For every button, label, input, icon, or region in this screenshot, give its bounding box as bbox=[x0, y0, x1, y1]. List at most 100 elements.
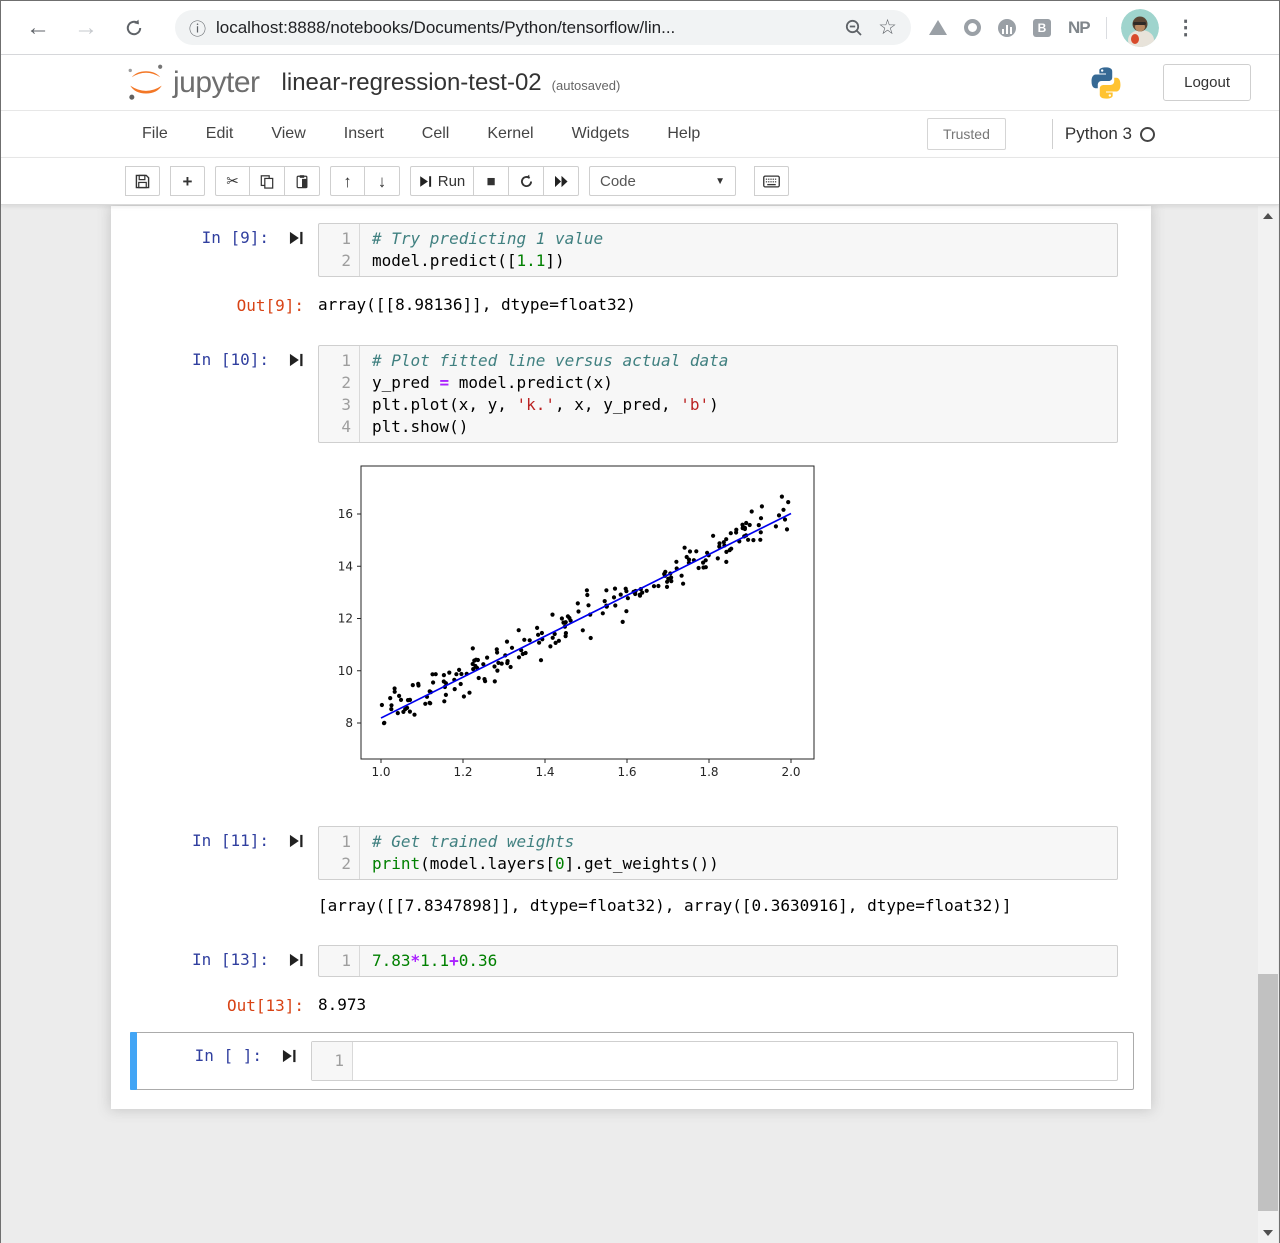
code-editor[interactable]: # Try predicting 1 valuemodel.predict([1… bbox=[360, 224, 1117, 276]
add-cell-button[interactable]: + bbox=[170, 166, 205, 196]
line-number: 2 bbox=[319, 372, 351, 394]
restart-kernel-button[interactable] bbox=[509, 166, 544, 196]
scrollbar-thumb[interactable] bbox=[1258, 974, 1278, 1211]
interrupt-kernel-button[interactable]: ■ bbox=[474, 166, 509, 196]
menu-item-help[interactable]: Help bbox=[648, 125, 719, 143]
output-text: array([[8.98136]], dtype=float32) bbox=[318, 291, 636, 316]
cell-type-value: Code bbox=[600, 173, 636, 190]
b-extension-icon[interactable]: B bbox=[1033, 19, 1051, 37]
notebook-title[interactable]: linear-regression-test-02 bbox=[282, 69, 542, 97]
run-button-label: Run bbox=[438, 173, 466, 190]
code-cell[interactable]: In [9]:12# Try predicting 1 valuemodel.p… bbox=[111, 223, 1151, 317]
code-input[interactable]: 12# Try predicting 1 valuemodel.predict(… bbox=[318, 223, 1118, 277]
code-editor[interactable]: 7.83*1.1+0.36 bbox=[360, 946, 1117, 976]
reload-icon bbox=[124, 18, 144, 38]
drive-extension-icon[interactable] bbox=[929, 20, 947, 35]
run-cell-button[interactable] bbox=[282, 1048, 297, 1069]
stream-output-text: [array([[7.8347898]], dtype=float32), ar… bbox=[318, 892, 1012, 917]
run-cell-button[interactable] bbox=[289, 952, 304, 973]
svg-text:1.0: 1.0 bbox=[371, 765, 390, 779]
svg-text:14: 14 bbox=[338, 559, 353, 573]
menu-item-insert[interactable]: Insert bbox=[325, 125, 403, 143]
address-bar[interactable]: ⓘ localhost:8888/notebooks/Documents/Pyt… bbox=[175, 10, 911, 45]
restart-run-all-button[interactable] bbox=[544, 166, 579, 196]
prompt-column: Out[13]: bbox=[111, 991, 318, 1017]
move-cell-down-button[interactable]: ↓ bbox=[365, 166, 400, 196]
code-input[interactable]: 12# Get trained weightsprint(model.layer… bbox=[318, 826, 1118, 880]
code-input[interactable]: 1 7.83*1.1+0.36 bbox=[318, 945, 1118, 977]
line-number: 1 bbox=[319, 950, 351, 972]
keyboard-icon bbox=[763, 175, 780, 188]
bookmark-star-icon[interactable]: ☆ bbox=[878, 15, 897, 40]
scrollbar-up-button[interactable] bbox=[1258, 206, 1278, 226]
notebook-scroll-area[interactable]: In [9]:12# Try predicting 1 valuemodel.p… bbox=[1, 206, 1279, 1243]
menu-item-widgets[interactable]: Widgets bbox=[553, 125, 649, 143]
prompt-column: In [10]: bbox=[111, 345, 318, 373]
output-prompt: Out[13]: bbox=[227, 995, 304, 1017]
code-cell[interactable]: In [10]:1234# Plot fitted line versus ac… bbox=[111, 345, 1151, 798]
browser-toolbar: ← → ⓘ localhost:8888/notebooks/Documents… bbox=[1, 1, 1279, 55]
code-cell[interactable]: In [11]:12# Get trained weightsprint(mod… bbox=[111, 826, 1151, 917]
run-cell-icon[interactable] bbox=[289, 230, 304, 246]
code-editor[interactable]: # Get trained weightsprint(model.layers[… bbox=[360, 827, 1117, 879]
code-editor[interactable]: # Plot fitted line versus actual datay_p… bbox=[360, 346, 1117, 442]
paste-icon bbox=[295, 174, 309, 189]
paste-cell-button[interactable] bbox=[285, 166, 320, 196]
analytics-extension-icon[interactable] bbox=[998, 19, 1016, 37]
code-cell[interactable]: In [ ]:1 bbox=[130, 1032, 1134, 1090]
menu-item-edit[interactable]: Edit bbox=[187, 125, 253, 143]
cell-type-dropdown[interactable]: Code ▼ bbox=[589, 166, 736, 196]
notebook-container: In [9]:12# Try predicting 1 valuemodel.p… bbox=[111, 206, 1151, 1109]
avatar-image bbox=[1121, 9, 1159, 47]
run-cell-icon[interactable] bbox=[289, 952, 304, 968]
url-text[interactable]: localhost:8888/notebooks/Documents/Pytho… bbox=[216, 18, 830, 38]
browser-back-button[interactable]: ← bbox=[21, 16, 55, 40]
scrollbar-down-button[interactable] bbox=[1258, 1223, 1278, 1243]
code-input[interactable]: 1234# Plot fitted line versus actual dat… bbox=[318, 345, 1118, 443]
ring-extension-icon[interactable] bbox=[964, 19, 981, 36]
run-cell-icon[interactable] bbox=[289, 352, 304, 368]
copy-cell-button[interactable] bbox=[250, 166, 285, 196]
line-number: 2 bbox=[319, 250, 351, 272]
url-path: /notebooks/Documents/Python/tensorflow/l… bbox=[326, 18, 676, 37]
jupyter-logo[interactable]: jupyter bbox=[125, 62, 260, 104]
move-cell-up-button[interactable]: ↑ bbox=[330, 166, 365, 196]
zoom-out-icon[interactable] bbox=[844, 18, 864, 38]
line-number-gutter: 1 bbox=[319, 946, 360, 976]
svg-text:10: 10 bbox=[338, 664, 353, 678]
extensions-area: B NP bbox=[929, 18, 1090, 38]
menu-item-kernel[interactable]: Kernel bbox=[468, 125, 552, 143]
run-cell-icon[interactable] bbox=[289, 833, 304, 849]
profile-avatar[interactable] bbox=[1121, 9, 1159, 47]
code-editor[interactable] bbox=[353, 1042, 1117, 1080]
code-input[interactable]: 1 bbox=[311, 1041, 1118, 1081]
trusted-button[interactable]: Trusted bbox=[927, 118, 1006, 150]
logout-button[interactable]: Logout bbox=[1163, 64, 1251, 101]
run-cell-button[interactable] bbox=[289, 833, 304, 854]
code-cell[interactable]: In [13]:17.83*1.1+0.36Out[13]:8.973 bbox=[111, 945, 1151, 1017]
menu-item-cell[interactable]: Cell bbox=[403, 125, 469, 143]
prompt-column: In [9]: bbox=[111, 223, 318, 251]
cut-cell-button[interactable]: ✂ bbox=[215, 166, 250, 196]
cell-input-row: In [13]:17.83*1.1+0.36 bbox=[111, 945, 1151, 977]
fast-forward-icon bbox=[554, 175, 569, 188]
np-extension-icon[interactable]: NP bbox=[1068, 18, 1090, 38]
code-line: model.predict([1.1]) bbox=[372, 250, 1113, 272]
run-cell-button[interactable] bbox=[289, 230, 304, 251]
restart-icon bbox=[519, 174, 534, 189]
run-cell-button[interactable] bbox=[289, 352, 304, 373]
svg-text:8: 8 bbox=[345, 716, 353, 730]
browser-reload-button[interactable] bbox=[119, 18, 149, 38]
command-palette-button[interactable] bbox=[754, 166, 789, 196]
save-button[interactable] bbox=[125, 166, 160, 196]
page-info-icon[interactable]: ⓘ bbox=[189, 15, 206, 40]
browser-menu-icon[interactable]: ⋮ bbox=[1173, 15, 1199, 40]
run-cell-icon[interactable] bbox=[282, 1048, 297, 1064]
python-logo-icon bbox=[1089, 66, 1123, 100]
menu-item-view[interactable]: View bbox=[252, 125, 324, 143]
prompt-column bbox=[111, 461, 318, 465]
menu-item-file[interactable]: File bbox=[123, 125, 187, 143]
run-button[interactable]: Run bbox=[410, 166, 474, 196]
vertical-scrollbar[interactable] bbox=[1258, 206, 1278, 1243]
browser-forward-button[interactable]: → bbox=[69, 16, 103, 40]
